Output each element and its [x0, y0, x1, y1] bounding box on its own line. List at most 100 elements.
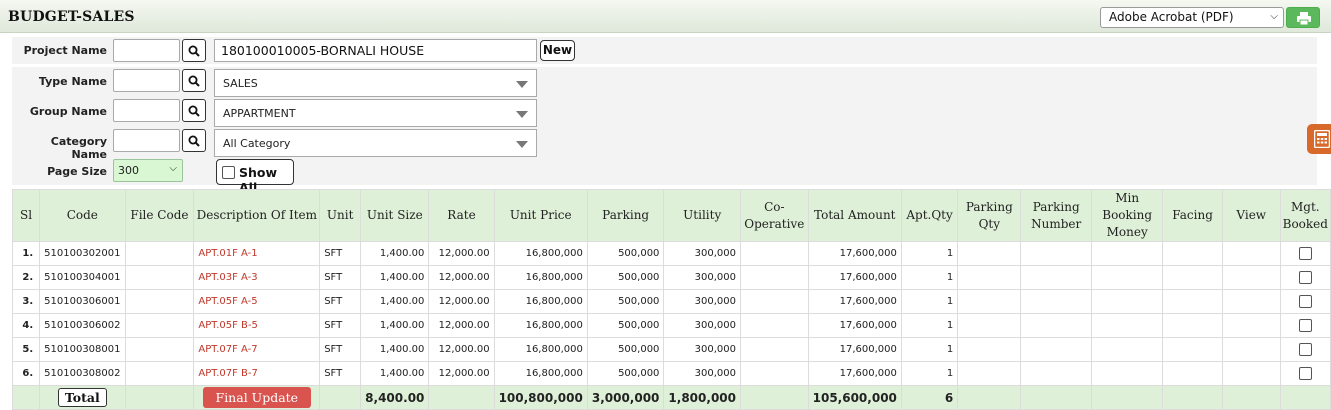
category-code-input[interactable] — [113, 129, 180, 152]
row-file-code — [124, 337, 195, 362]
type-name-dropdown[interactable]: SALES — [214, 69, 537, 97]
row-serial: 2. — [11, 265, 41, 290]
row-min-booking — [1091, 361, 1164, 386]
column-header: Parking — [586, 189, 665, 242]
totals-cell — [319, 385, 362, 410]
table-header-row: Sl Code File Code Description Of Item Unit Un… — [11, 189, 1331, 242]
row-min-booking — [1091, 241, 1164, 266]
row-co-operative — [740, 289, 809, 314]
mgt-booked-checkbox[interactable] — [1298, 319, 1312, 332]
row-co-operative — [740, 241, 809, 266]
row-code: 510100306002 — [39, 313, 126, 338]
show-all-toggle[interactable]: Show All — [216, 159, 294, 195]
project-name-label: Project Name — [23, 44, 107, 57]
show-all-checkbox[interactable] — [222, 166, 235, 179]
mgt-booked-checkbox[interactable] — [1298, 271, 1312, 284]
row-unit: SFT — [319, 337, 362, 362]
column-header: Parking Qty — [957, 189, 1022, 242]
row-facing — [1162, 361, 1223, 386]
mgt-booked-checkbox[interactable] — [1298, 295, 1312, 308]
total-apt-qty: 6 — [900, 385, 959, 410]
row-view — [1221, 313, 1281, 338]
row-serial: 4. — [11, 313, 41, 338]
row-view — [1221, 361, 1281, 386]
row-unit: SFT — [319, 313, 362, 338]
page-size-select[interactable]: 300 ⌵ — [113, 159, 183, 182]
type-search-button[interactable] — [182, 69, 206, 92]
totals-cell — [1020, 385, 1093, 410]
row-co-operative — [740, 265, 809, 290]
table-row[interactable]: 1. 510100302001 APT.01F A-1 SFT 1,400.00 12,0… — [11, 241, 1331, 266]
row-mgt-booked-cell — [1279, 289, 1331, 314]
table-row[interactable]: 5. 510100308001 APT.07F A-7 SFT 1,400.00 12,0… — [11, 337, 1331, 362]
mgt-booked-checkbox[interactable] — [1298, 367, 1312, 380]
row-apt-qty: 1 — [900, 241, 959, 266]
row-rate: 12,000.00 — [428, 361, 495, 386]
calculator-button[interactable] — [1307, 124, 1331, 154]
page-size-label: Page Size — [47, 165, 107, 178]
page-size-value: 300 — [118, 164, 139, 177]
row-serial: 1. — [11, 241, 41, 266]
row-serial: 6. — [11, 361, 41, 386]
row-file-code — [124, 361, 195, 386]
totals-cell — [957, 385, 1022, 410]
table-row[interactable]: 3. 510100306001 APT.05F A-5 SFT 1,400.00 12,0… — [11, 289, 1331, 314]
total-unit-price: 100,800,000 — [493, 385, 588, 410]
group-name-value: APPARTMENT — [223, 107, 296, 120]
row-utility: 300,000 — [663, 265, 741, 290]
row-mgt-booked-cell — [1279, 265, 1331, 290]
column-header: Unit — [319, 189, 362, 242]
row-facing — [1162, 337, 1223, 362]
row-file-code — [124, 289, 195, 314]
page-title: BUDGET-SALES — [8, 9, 135, 25]
category-search-button[interactable] — [182, 129, 206, 152]
column-header: Description Of Item — [193, 189, 321, 242]
group-code-input[interactable] — [113, 99, 180, 122]
project-search-button[interactable] — [182, 39, 206, 62]
totals-cell — [1162, 385, 1223, 410]
group-name-dropdown[interactable]: APPARTMENT — [214, 99, 537, 127]
row-unit-size: 1,400.00 — [360, 241, 430, 266]
row-parking-number — [1020, 337, 1093, 362]
final-update-button[interactable]: Final Update — [202, 387, 312, 408]
row-facing — [1162, 265, 1223, 290]
project-name-input[interactable]: 180100010005-BORNALI HOUSE — [214, 39, 537, 62]
column-header: Mgt. Booked — [1279, 189, 1331, 242]
row-parking: 500,000 — [586, 265, 665, 290]
totals-cell — [1091, 385, 1164, 410]
mgt-booked-checkbox[interactable] — [1298, 343, 1312, 356]
table-row[interactable]: 2. 510100304001 APT.03F A-3 SFT 1,400.00 12,0… — [11, 265, 1331, 290]
row-facing — [1162, 313, 1223, 338]
row-parking: 500,000 — [586, 241, 665, 266]
print-button[interactable] — [1286, 7, 1320, 28]
mgt-booked-checkbox[interactable] — [1298, 247, 1312, 260]
row-unit-size: 1,400.00 — [360, 361, 430, 386]
row-utility: 300,000 — [663, 313, 741, 338]
row-total-amount: 17,600,000 — [807, 337, 902, 362]
row-rate: 12,000.00 — [428, 337, 495, 362]
table-row[interactable]: 4. 510100306002 APT.05F B-5 SFT 1,400.00 12,0… — [11, 313, 1331, 338]
row-code: 510100308001 — [39, 337, 126, 362]
project-code-input[interactable] — [113, 39, 180, 62]
caret-down-icon — [516, 111, 528, 118]
export-format-select[interactable]: Adobe Acrobat (PDF) ⌵ — [1100, 7, 1284, 28]
totals-row: Total Final Update 8,400.00 100,800,000 … — [11, 385, 1331, 410]
row-parking-number — [1020, 289, 1093, 314]
total-label: Total — [57, 388, 107, 407]
row-parking-number — [1020, 265, 1093, 290]
type-code-input[interactable] — [113, 69, 180, 92]
category-name-dropdown[interactable]: All Category — [214, 129, 537, 157]
new-project-button[interactable]: New — [540, 40, 575, 61]
row-parking-qty — [957, 337, 1022, 362]
table-row[interactable]: 6. 510100308002 APT.07F B-7 SFT 1,400.00 12,0… — [11, 361, 1331, 386]
total-amount: 105,600,000 — [807, 385, 902, 410]
row-description: APT.07F A-7 — [193, 337, 321, 362]
row-file-code — [124, 265, 195, 290]
row-mgt-booked-cell — [1279, 241, 1331, 266]
row-view — [1221, 337, 1281, 362]
row-min-booking — [1091, 289, 1164, 314]
row-mgt-booked-cell — [1279, 313, 1331, 338]
group-name-label: Group Name — [29, 105, 107, 118]
group-search-button[interactable] — [182, 99, 206, 122]
row-total-amount: 17,600,000 — [807, 241, 902, 266]
